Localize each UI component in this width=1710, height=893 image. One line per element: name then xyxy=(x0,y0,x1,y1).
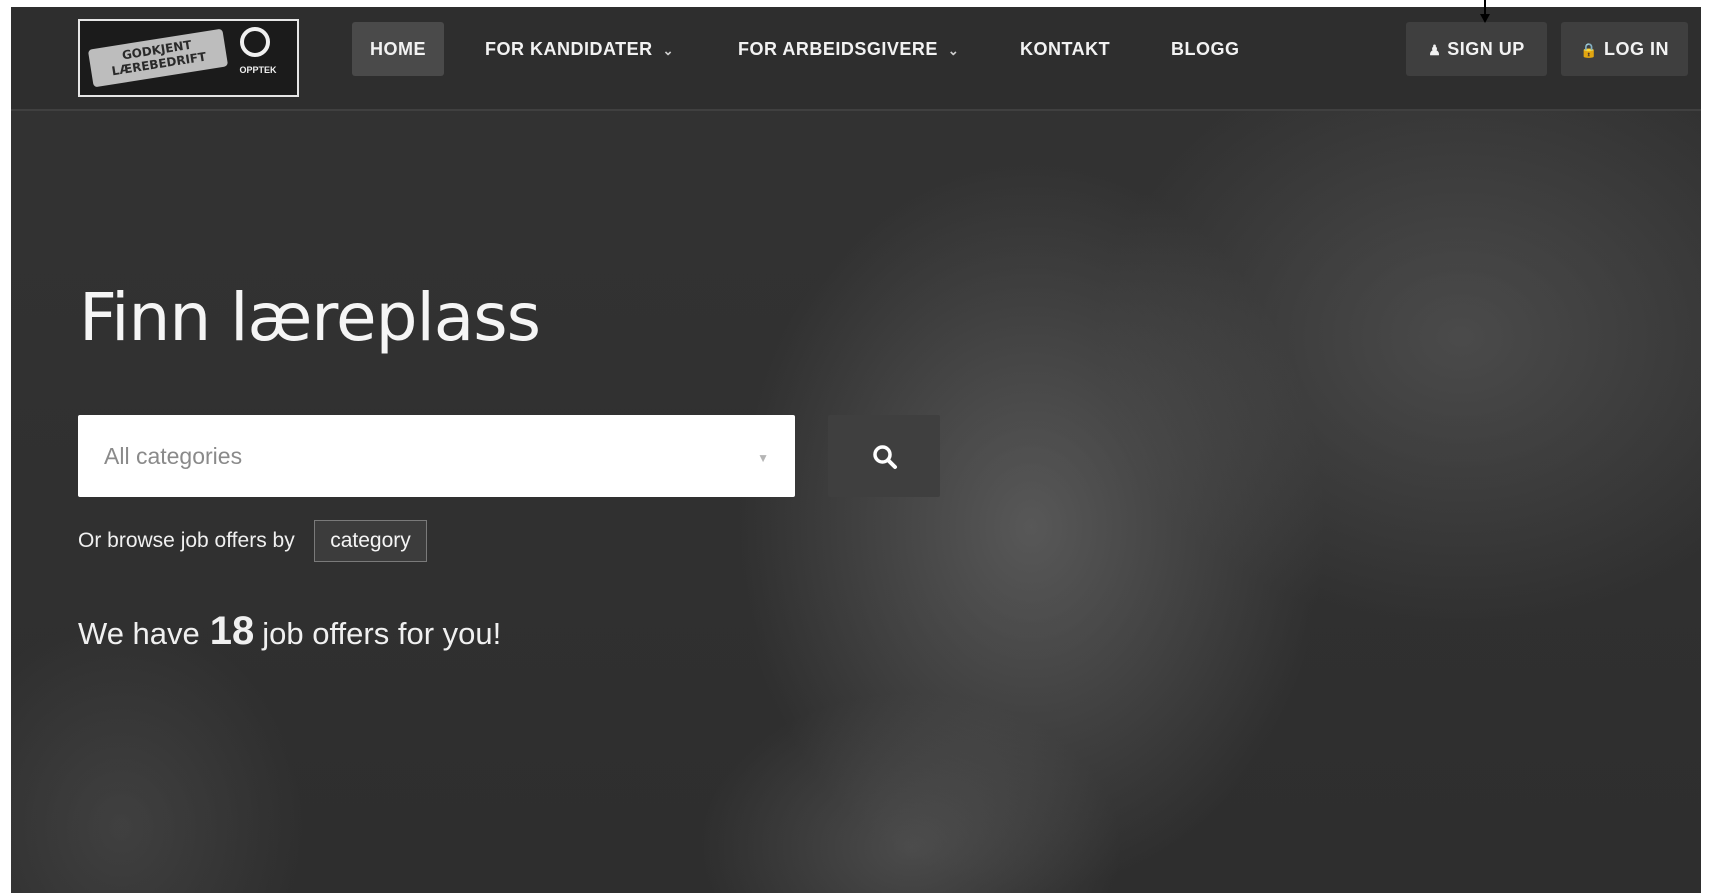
browse-prompt: Or browse job offers by xyxy=(78,529,295,552)
nav-item-blogg[interactable]: BLOGG xyxy=(1171,22,1240,76)
log-in-button[interactable]: 🔒 LOG IN xyxy=(1561,22,1688,76)
chevron-down-icon: ⌄ xyxy=(662,43,675,58)
chevron-down-icon: ⌄ xyxy=(947,43,960,58)
nav-item-label: FOR KANDIDATER xyxy=(485,39,653,59)
caret-down-icon: ▼ xyxy=(757,451,769,465)
browse-category-button[interactable]: category xyxy=(314,520,427,562)
job-offers-summary: We have 18 job offers for you! xyxy=(78,609,501,654)
nav-item-label: KONTAKT xyxy=(1020,39,1111,59)
site-logo[interactable]: GODKJENT LÆREBEDRIFT OPPTEK xyxy=(78,19,299,97)
nav-item-kontakt[interactable]: KONTAKT xyxy=(1020,22,1110,76)
page-title: Finn læreplass xyxy=(79,279,541,356)
page-frame: GODKJENT LÆREBEDRIFT OPPTEK HOME FOR KAN… xyxy=(11,7,1701,893)
category-select-value: All categories xyxy=(104,443,243,469)
nav-item-label: HOME xyxy=(370,39,426,59)
offers-count: 18 xyxy=(209,609,255,653)
category-select[interactable]: All categories ▼ xyxy=(78,415,795,497)
log-in-label: LOG IN xyxy=(1603,39,1669,59)
top-navbar: GODKJENT LÆREBEDRIFT OPPTEK HOME FOR KAN… xyxy=(11,7,1701,111)
search-button[interactable] xyxy=(828,415,940,497)
nav-item-for-arbeidsgivere[interactable]: FOR ARBEIDSGIVERE ⌄ xyxy=(738,22,959,76)
logo-brand: OPPTEK xyxy=(239,65,277,75)
ring-icon xyxy=(240,27,270,57)
sign-up-label: SIGN UP xyxy=(1447,39,1525,59)
approved-badge: GODKJENT LÆREBEDRIFT xyxy=(87,28,229,88)
offers-suffix: job offers for you! xyxy=(262,616,502,651)
sign-up-button[interactable]: ♟ SIGN UP xyxy=(1406,22,1547,76)
offers-prefix: We have xyxy=(78,616,200,651)
search-icon xyxy=(873,445,897,469)
nav-item-home[interactable]: HOME xyxy=(352,22,444,76)
nav-item-for-kandidater[interactable]: FOR KANDIDATER ⌄ xyxy=(485,22,674,76)
user-icon: ♟ xyxy=(1428,42,1442,58)
nav-item-label: FOR ARBEIDSGIVERE xyxy=(738,39,938,59)
arrow-down-icon xyxy=(1480,0,1490,23)
lock-icon: 🔒 xyxy=(1580,42,1598,58)
nav-item-label: BLOGG xyxy=(1171,39,1240,59)
